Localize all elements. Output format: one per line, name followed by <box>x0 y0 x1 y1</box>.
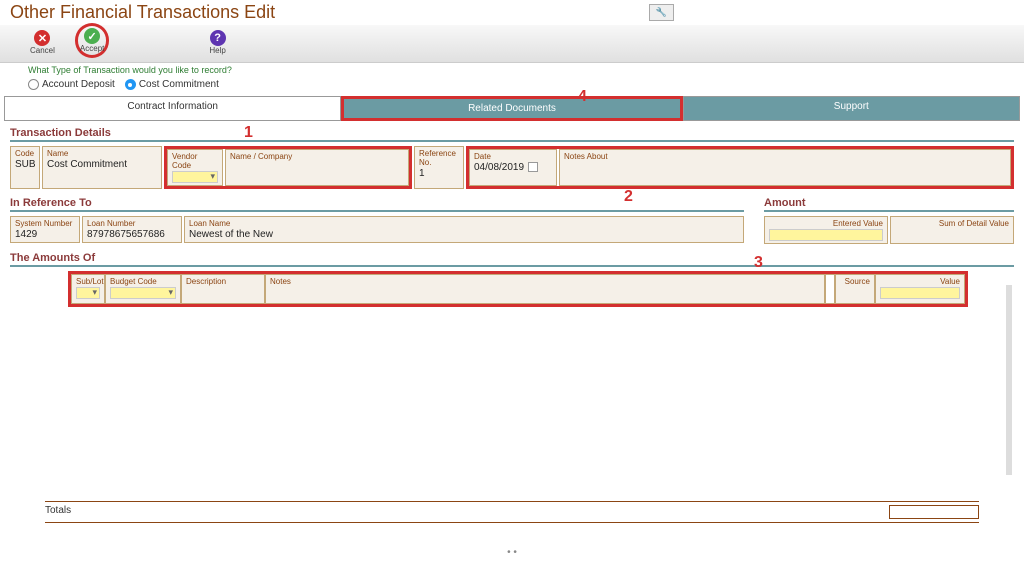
pagination-dots: • • <box>507 547 517 558</box>
budget-code-input[interactable] <box>110 287 176 299</box>
section-amount: Amount <box>764 197 1014 212</box>
annotation-1: 1 <box>244 124 253 142</box>
section-transaction-details: Transaction Details <box>10 127 1014 142</box>
annotation-2: 2 <box>624 188 633 206</box>
accept-button[interactable]: ✓ Accept <box>80 28 104 53</box>
annotation-4: 4 <box>578 88 587 106</box>
vendor-block-highlight: Vendor Code Name / Company <box>164 146 412 189</box>
totals-label: Totals <box>45 505 889 519</box>
totals-value-box <box>889 505 979 519</box>
help-button[interactable]: ? Help <box>209 30 225 55</box>
value-field[interactable]: Value <box>875 274 965 304</box>
transaction-type-prompt: What Type of Transaction would you like … <box>0 63 1024 77</box>
loan-number-field: Loan Number 87978675657686 <box>82 216 182 243</box>
toolbar: ✕ Cancel ✓ Accept ? Help <box>0 25 1024 63</box>
entered-value-input[interactable] <box>769 229 883 241</box>
amounts-row-highlight: Sub/Lot Budget Code Description Notes So… <box>68 271 968 307</box>
code-field: Code SUB <box>10 146 40 189</box>
totals-row: Totals <box>45 501 979 523</box>
loan-name-field: Loan Name Newest of the New <box>184 216 744 243</box>
radio-account-deposit-label: Account Deposit <box>42 79 115 90</box>
cancel-icon: ✕ <box>34 30 50 46</box>
scrollbar[interactable] <box>1006 285 1012 475</box>
budget-code-field[interactable]: Budget Code <box>105 274 181 304</box>
date-field[interactable]: Date 04/08/2019 <box>469 149 557 186</box>
name-field: Name Cost Commitment <box>42 146 162 189</box>
radio-cost-commitment[interactable]: Cost Commitment <box>125 79 219 90</box>
vendor-code-input[interactable] <box>172 171 218 183</box>
transaction-type-radios: Account Deposit Cost Commitment <box>0 77 1024 96</box>
help-label: Help <box>209 46 225 55</box>
cancel-button[interactable]: ✕ Cancel <box>30 30 55 55</box>
reference-no-field: Reference No. 1 <box>414 146 464 189</box>
radio-unchecked-icon <box>28 79 39 90</box>
radio-cost-commitment-label: Cost Commitment <box>139 79 219 90</box>
cancel-label: Cancel <box>30 46 55 55</box>
calendar-icon[interactable] <box>528 162 538 172</box>
date-notes-highlight: Date 04/08/2019 Notes About <box>466 146 1014 189</box>
sublot-input[interactable] <box>76 287 100 299</box>
section-the-amounts-of: The Amounts Of <box>10 252 1014 267</box>
sum-of-detail-field: Sum of Detail Value <box>890 216 1014 244</box>
help-icon: ? <box>210 30 226 46</box>
system-number-field: System Number 1429 <box>10 216 80 243</box>
section-in-reference-to: In Reference To <box>10 197 744 212</box>
notes-field[interactable]: Notes <box>265 274 825 304</box>
radio-account-deposit[interactable]: Account Deposit <box>28 79 115 90</box>
vendor-code-field[interactable]: Vendor Code <box>167 149 223 186</box>
accept-label: Accept <box>80 44 104 53</box>
wrench-icon: 🔧 <box>656 7 667 17</box>
tab-support[interactable]: Support <box>683 96 1020 121</box>
entered-value-field[interactable]: Entered Value <box>764 216 888 244</box>
name-company-field[interactable]: Name / Company <box>225 149 409 186</box>
source-field: Source <box>835 274 875 304</box>
annotation-3: 3 <box>754 254 763 272</box>
notes-about-field[interactable]: Notes About <box>559 149 1011 186</box>
sublot-field[interactable]: Sub/Lot <box>71 274 105 304</box>
settings-wrench-button[interactable]: 🔧 <box>649 4 674 21</box>
value-input[interactable] <box>880 287 960 299</box>
tab-related-documents[interactable]: Related Documents <box>341 96 682 121</box>
tab-bar: Contract Information Related Documents S… <box>4 96 1020 121</box>
tab-contract-information[interactable]: Contract Information <box>4 96 341 121</box>
accept-icon: ✓ <box>84 28 100 44</box>
radio-checked-icon <box>125 79 136 90</box>
description-field: Description <box>181 274 265 304</box>
page-title: Other Financial Transactions Edit <box>10 2 649 23</box>
